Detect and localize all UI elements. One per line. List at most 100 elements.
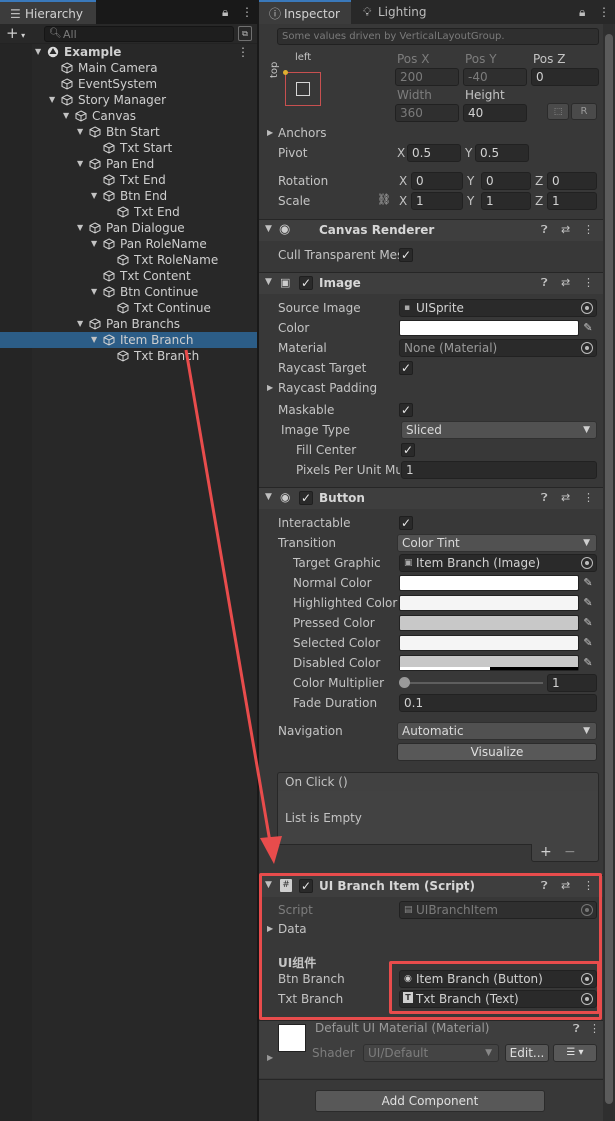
highlighted-color-swatch[interactable] — [399, 595, 579, 611]
scale-z-field[interactable]: 1 — [547, 192, 597, 210]
hierarchy-item[interactable]: ▼ Btn Continue — [0, 284, 257, 300]
remove-event-button[interactable]: − — [564, 844, 576, 860]
selected-color-swatch[interactable] — [399, 635, 579, 651]
help-icon[interactable]: ❓︎ — [541, 491, 548, 505]
scrollbar-thumb[interactable] — [605, 34, 613, 1104]
expand-arrow-icon[interactable]: ▼ — [77, 156, 83, 172]
object-picker-icon[interactable] — [581, 557, 593, 569]
color-swatch[interactable] — [399, 320, 579, 336]
add-event-button[interactable]: + — [540, 844, 552, 860]
image-type-dropdown[interactable]: Sliced ▼ — [401, 421, 597, 439]
rotation-x-field[interactable]: 0 — [411, 172, 463, 190]
source-image-field[interactable]: ▪ UISprite — [399, 299, 597, 317]
hierarchy-search[interactable]: 🔍︎ — [44, 26, 234, 42]
scale-x-field[interactable]: 1 — [411, 192, 463, 210]
hierarchy-item[interactable]: ▼ Story Manager — [0, 92, 257, 108]
object-picker-icon[interactable] — [581, 302, 593, 314]
hierarchy-item[interactable]: ▼ Pan RoleName — [0, 236, 257, 252]
presets-icon[interactable]: ⇄ — [561, 223, 570, 236]
tab-lighting[interactable]: 💡︎ Lighting — [353, 0, 443, 24]
scene-menu-icon[interactable]: ⋮ — [237, 44, 249, 60]
expand-arrow-icon[interactable]: ▼ — [91, 332, 97, 348]
object-picker-icon[interactable] — [581, 342, 593, 354]
hierarchy-item[interactable]: Txt Content — [0, 268, 257, 284]
hierarchy-item[interactable]: ▼ Pan Dialogue — [0, 220, 257, 236]
expand-arrow-icon[interactable]: ▼ — [91, 188, 97, 204]
component-menu-icon[interactable]: ⋮ — [583, 491, 594, 504]
rotation-y-field[interactable]: 0 — [481, 172, 531, 190]
eyedropper-icon[interactable]: ✎ — [581, 321, 595, 335]
scene-row[interactable]: ▼ Example ⋮ — [0, 44, 257, 60]
foldout-icon[interactable]: ▼ — [265, 492, 272, 502]
anchors-foldout-icon[interactable]: ▶ — [267, 128, 273, 137]
hierarchy-item[interactable]: Txt RoleName — [0, 252, 257, 268]
hierarchy-item[interactable]: ▼ Btn Start — [0, 124, 257, 140]
posz-field[interactable]: 0 — [531, 68, 599, 86]
expand-arrow-icon[interactable]: ▼ — [63, 108, 69, 124]
maskable-checkbox[interactable]: ✓ — [399, 403, 413, 417]
target-graphic-field[interactable]: ▣ Item Branch (Image) — [399, 554, 597, 572]
transition-dropdown[interactable]: Color Tint ▼ — [397, 534, 597, 552]
lock-icon[interactable]: 🔒︎ — [579, 0, 585, 24]
eyedropper-icon[interactable]: ✎ — [581, 596, 595, 610]
expand-arrow-icon[interactable]: ▼ — [77, 124, 83, 140]
component-menu-icon[interactable]: ⋮ — [589, 1022, 600, 1035]
normal-color-swatch[interactable] — [399, 575, 579, 591]
hierarchy-item[interactable]: Main Camera — [0, 60, 257, 76]
expand-arrow-icon[interactable]: ▼ — [91, 284, 97, 300]
image-enabled-checkbox[interactable]: ✓ — [299, 276, 313, 290]
eyedropper-icon[interactable]: ✎ — [581, 576, 595, 590]
more-menu-icon[interactable]: ⋮ — [598, 0, 610, 24]
lock-icon[interactable]: 🔒︎ — [222, 0, 228, 24]
hierarchy-item[interactable]: ▼ Canvas — [0, 108, 257, 124]
search-input[interactable] — [63, 27, 223, 41]
panel-splitter[interactable] — [257, 0, 259, 1121]
pivot-x-field[interactable]: 0.5 — [407, 144, 461, 162]
presets-icon[interactable]: ⇄ — [561, 491, 570, 504]
eyedropper-icon[interactable]: ✎ — [581, 656, 595, 670]
expand-arrow-icon[interactable]: ▼ — [49, 92, 55, 108]
hierarchy-item[interactable]: Txt Branch — [0, 348, 257, 364]
pivot-y-field[interactable]: 0.5 — [475, 144, 529, 162]
eyedropper-icon[interactable]: ✎ — [581, 636, 595, 650]
search-options-icon[interactable]: ⧉ — [238, 26, 252, 41]
shader-options-button[interactable]: ☰ ▾ — [553, 1044, 597, 1062]
hierarchy-item[interactable]: Txt End — [0, 172, 257, 188]
hierarchy-item[interactable]: ▼ Pan End — [0, 156, 257, 172]
create-button[interactable]: + ▾ — [6, 25, 34, 42]
cull-transparent-checkbox[interactable]: ✓ — [399, 248, 413, 262]
foldout-icon[interactable]: ▼ — [265, 277, 272, 287]
raycast-target-checkbox[interactable]: ✓ — [399, 361, 413, 375]
tab-hierarchy[interactable]: ☰ Hierarchy — [0, 0, 96, 24]
expand-arrow-icon[interactable]: ▼ — [77, 316, 83, 332]
component-menu-icon[interactable]: ⋮ — [583, 223, 594, 236]
add-component-button[interactable]: Add Component — [315, 1090, 545, 1112]
hierarchy-item[interactable]: Txt End — [0, 204, 257, 220]
material-field[interactable]: None (Material) — [399, 339, 597, 357]
help-icon[interactable]: ❓︎ — [541, 223, 548, 237]
hierarchy-item[interactable]: ▼ Pan Branchs — [0, 316, 257, 332]
hierarchy-item[interactable]: EventSystem — [0, 76, 257, 92]
hierarchy-item[interactable]: Txt Start — [0, 140, 257, 156]
foldout-icon[interactable]: ▶ — [267, 1053, 273, 1062]
blueprint-mode-button[interactable]: ⬚ — [547, 103, 569, 120]
anchors-label[interactable]: Anchors — [278, 126, 327, 140]
inspector-scrollbar[interactable] — [603, 24, 615, 1121]
edit-shader-button[interactable]: Edit... — [505, 1044, 549, 1062]
navigation-dropdown[interactable]: Automatic ▼ — [397, 722, 597, 740]
image-header[interactable]: ▼ ▣ ✓ Image ❓︎ ⇄ ⋮ — [259, 272, 603, 294]
button-enabled-checkbox[interactable]: ✓ — [299, 491, 313, 505]
component-menu-icon[interactable]: ⋮ — [583, 276, 594, 289]
color-multiplier-slider[interactable] — [403, 682, 543, 684]
button-header[interactable]: ▼ ◉ ✓ Button ❓︎ ⇄ ⋮ — [259, 487, 603, 509]
disabled-color-swatch[interactable] — [399, 655, 579, 671]
eyedropper-icon[interactable]: ✎ — [581, 616, 595, 630]
expand-arrow-icon[interactable]: ▼ — [35, 44, 41, 60]
fill-center-checkbox[interactable]: ✓ — [401, 443, 415, 457]
canvas-renderer-header[interactable]: ▼ ◉ Canvas Renderer ❓︎ ⇄ ⋮ — [259, 219, 603, 241]
hierarchy-item[interactable]: ▼ Item Branch — [0, 332, 257, 348]
raycast-padding-label[interactable]: Raycast Padding — [278, 381, 377, 395]
scale-y-field[interactable]: 1 — [481, 192, 531, 210]
height-field[interactable]: 40 — [463, 104, 527, 122]
pixels-per-unit-field[interactable]: 1 — [401, 461, 597, 479]
